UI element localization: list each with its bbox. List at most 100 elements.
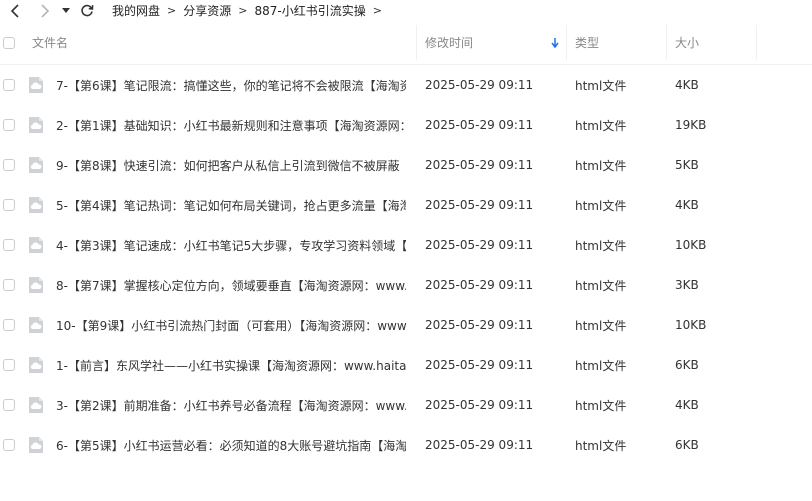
file-size: 10KB	[675, 318, 707, 332]
cloud-document-icon	[29, 117, 43, 133]
cloud-document-icon	[29, 437, 43, 453]
file-size: 5KB	[675, 158, 699, 172]
file-row[interactable]: 5-【第4课】笔记热词：笔记如何布局关键词，抢占更多流量【海淘资源网：www.h…	[0, 185, 812, 225]
file-type: html文件	[575, 158, 627, 173]
file-row[interactable]: 10-【第9课】小红书引流热门封面（可套用）【海淘资源网：www.haitaoz…	[0, 305, 812, 345]
arrow-down-icon	[551, 37, 559, 48]
file-type: html文件	[575, 78, 627, 93]
file-size: 4KB	[675, 78, 699, 92]
breadcrumb-separator: >	[372, 4, 382, 17]
column-header-name[interactable]: 文件名	[32, 21, 68, 64]
column-divider[interactable]	[666, 25, 667, 60]
refresh-button[interactable]	[76, 1, 98, 21]
file-modified-time: 2025-05-29 09:11	[425, 398, 534, 412]
file-row[interactable]: 7-【第6课】笔记限流：搞懂这些，你的笔记将不会被限流【海淘资源网：www.ha…	[0, 65, 812, 105]
file-name[interactable]: 9-【第8课】快速引流：如何把客户从私信上引流到微信不被屏蔽【海淘资源网：www…	[56, 145, 406, 185]
file-size: 3KB	[675, 278, 699, 292]
cloud-document-icon	[29, 277, 43, 293]
file-modified-time: 2025-05-29 09:11	[425, 438, 534, 452]
file-modified-time: 2025-05-29 09:11	[425, 358, 534, 372]
file-modified-time: 2025-05-29 09:11	[425, 158, 534, 172]
file-name[interactable]: 2-【第1课】基础知识：小红书最新规则和注意事项【海淘资源网：www.haita…	[56, 105, 406, 145]
file-row[interactable]: 3-【第2课】前期准备：小红书养号必备流程【海淘资源网：www.haitaozy…	[0, 385, 812, 425]
file-row[interactable]: 6-【第5课】小红书运营必看：必须知道的8大账号避坑指南【海淘资源网：www.h…	[0, 425, 812, 465]
file-row[interactable]: 1-【前言】东风学社——小红书实操课【海淘资源网：www.haitaozy.co…	[0, 345, 812, 385]
cloud-document-icon	[29, 157, 43, 173]
cloud-document-icon	[29, 237, 43, 253]
file-type: html文件	[575, 198, 627, 213]
row-checkbox[interactable]	[3, 239, 15, 251]
file-name[interactable]: 3-【第2课】前期准备：小红书养号必备流程【海淘资源网：www.haitaozy…	[56, 385, 406, 425]
file-row[interactable]: 9-【第8课】快速引流：如何把客户从私信上引流到微信不被屏蔽【海淘资源网：www…	[0, 145, 812, 185]
file-size: 4KB	[675, 398, 699, 412]
column-header-type[interactable]: 类型	[575, 21, 599, 64]
chevron-left-icon	[10, 3, 19, 18]
column-header-modified[interactable]: 修改时间	[425, 21, 565, 64]
file-type: html文件	[575, 238, 627, 253]
refresh-icon	[81, 4, 94, 16]
file-type: html文件	[575, 278, 627, 293]
row-checkbox[interactable]	[3, 199, 15, 211]
file-name[interactable]: 10-【第9课】小红书引流热门封面（可套用）【海淘资源网：www.haitaoz…	[56, 305, 406, 345]
file-modified-time: 2025-05-29 09:11	[425, 278, 534, 292]
navigation-bar: 我的网盘 > 分享资源 > 887-小红书引流实操 >	[0, 0, 812, 21]
file-modified-time: 2025-05-29 09:11	[425, 318, 534, 332]
breadcrumb-my-drive[interactable]: 我的网盘	[112, 2, 160, 19]
row-checkbox[interactable]	[3, 159, 15, 171]
breadcrumb-current-folder[interactable]: 887-小红书引流实操	[254, 2, 365, 19]
column-header-modified-label: 修改时间	[425, 36, 474, 50]
file-row[interactable]: 4-【第3课】笔记速成：小红书笔记5大步骤，专攻学习资料领域【海淘资源网：www…	[0, 225, 812, 265]
column-header-size[interactable]: 大小	[675, 21, 699, 64]
file-row[interactable]: 2-【第1课】基础知识：小红书最新规则和注意事项【海淘资源网：www.haita…	[0, 105, 812, 145]
row-checkbox[interactable]	[3, 279, 15, 291]
file-name[interactable]: 8-【第7课】掌握核心定位方向，领域要垂直【海淘资源网：www.haitaozy…	[56, 265, 406, 305]
row-checkbox[interactable]	[3, 319, 15, 331]
cloud-document-icon	[29, 77, 43, 93]
file-name[interactable]: 6-【第5课】小红书运营必看：必须知道的8大账号避坑指南【海淘资源网：www.h…	[56, 425, 406, 465]
file-modified-time: 2025-05-29 09:11	[425, 238, 534, 252]
file-modified-time: 2025-05-29 09:11	[425, 118, 534, 132]
file-type: html文件	[575, 438, 627, 453]
column-divider[interactable]	[416, 25, 417, 60]
cloud-document-icon	[29, 317, 43, 333]
row-checkbox[interactable]	[3, 439, 15, 451]
column-divider[interactable]	[756, 25, 757, 60]
history-dropdown-button[interactable]	[58, 1, 74, 21]
file-size: 6KB	[675, 358, 699, 372]
cloud-document-icon	[29, 397, 43, 413]
file-size: 6KB	[675, 438, 699, 452]
cloud-document-icon	[29, 357, 43, 373]
chevron-right-icon	[41, 3, 50, 18]
file-size: 19KB	[675, 118, 707, 132]
file-type: html文件	[575, 118, 627, 133]
file-modified-time: 2025-05-29 09:11	[425, 78, 534, 92]
row-checkbox[interactable]	[3, 119, 15, 131]
breadcrumb-separator: >	[167, 4, 177, 17]
breadcrumb-shared-resources[interactable]: 分享资源	[183, 2, 231, 19]
select-all-cell	[3, 21, 15, 64]
file-modified-time: 2025-05-29 09:11	[425, 198, 534, 212]
file-name[interactable]: 7-【第6课】笔记限流：搞懂这些，你的笔记将不会被限流【海淘资源网：www.ha…	[56, 65, 406, 105]
back-button[interactable]	[4, 1, 26, 21]
file-name[interactable]: 5-【第4课】笔记热词：笔记如何布局关键词，抢占更多流量【海淘资源网：www.h…	[56, 185, 406, 225]
file-row[interactable]: 8-【第7课】掌握核心定位方向，领域要垂直【海淘资源网：www.haitaozy…	[0, 265, 812, 305]
select-all-checkbox[interactable]	[3, 36, 15, 49]
file-size: 4KB	[675, 198, 699, 212]
file-type: html文件	[575, 358, 627, 373]
caret-down-icon	[62, 7, 70, 13]
row-checkbox[interactable]	[3, 359, 15, 371]
breadcrumb: 我的网盘 > 分享资源 > 887-小红书引流实操 >	[112, 2, 389, 19]
column-divider[interactable]	[566, 25, 567, 60]
file-name[interactable]: 1-【前言】东风学社——小红书实操课【海淘资源网：www.haitaozy.co…	[56, 345, 406, 385]
breadcrumb-separator: >	[238, 4, 248, 17]
file-name[interactable]: 4-【第3课】笔记速成：小红书笔记5大步骤，专攻学习资料领域【海淘资源网：www…	[56, 225, 406, 265]
file-type: html文件	[575, 318, 627, 333]
row-checkbox[interactable]	[3, 79, 15, 91]
file-table-header: 文件名 修改时间 类型 大小	[0, 21, 812, 65]
forward-button[interactable]	[34, 1, 56, 21]
file-type: html文件	[575, 398, 627, 413]
file-list: 7-【第6课】笔记限流：搞懂这些，你的笔记将不会被限流【海淘资源网：www.ha…	[0, 65, 812, 465]
file-size: 10KB	[675, 238, 707, 252]
row-checkbox[interactable]	[3, 399, 15, 411]
cloud-document-icon	[29, 197, 43, 213]
